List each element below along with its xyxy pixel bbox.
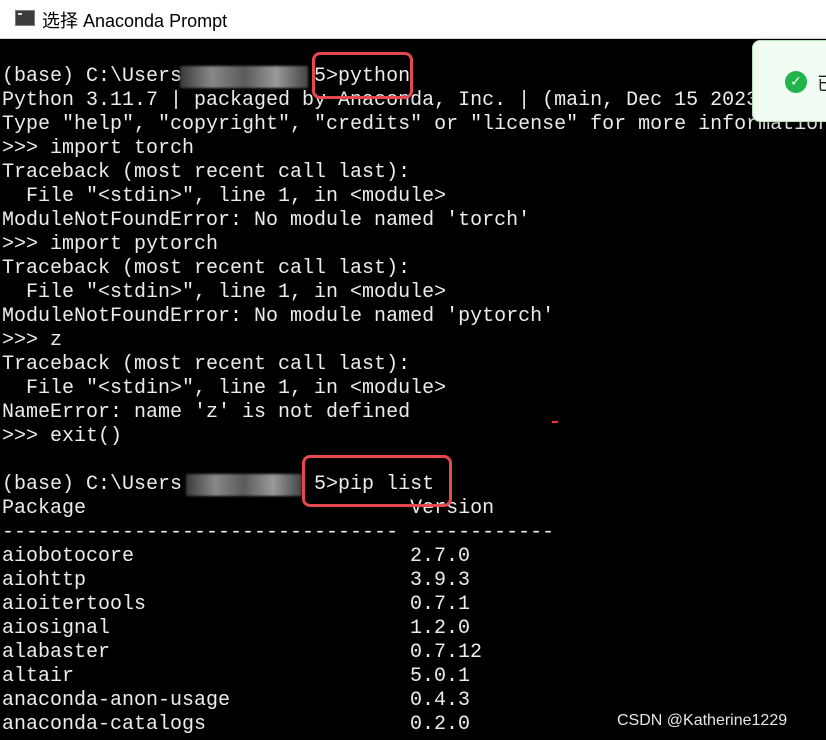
console-icon — [15, 10, 35, 26]
terminal-line: File "<stdin>", line 1, in <module> — [2, 185, 447, 208]
terminal-line: >>> import torch — [2, 137, 195, 160]
terminal-line: Traceback (most recent call last): — [2, 257, 411, 280]
package-version: 5.0.1 — [410, 665, 471, 688]
window-title: 选择 Anaconda Prompt — [42, 11, 228, 31]
package-version: 0.7.12 — [410, 641, 483, 664]
package-row: aiobotocore 2.7.0 — [2, 545, 562, 569]
package-name: aioitertools — [2, 593, 147, 616]
terminal-line: Type "help", "copyright", "credits" or "… — [2, 113, 826, 136]
terminal-line: >>> z — [2, 329, 63, 352]
package-row: aiosignal 1.2.0 — [2, 617, 562, 641]
package-name: aiosignal — [2, 617, 111, 640]
terminal-line: File "<stdin>", line 1, in <module> — [2, 377, 447, 400]
terminal-line: ModuleNotFoundError: No module named 'to… — [2, 209, 531, 232]
package-name: altair — [2, 665, 75, 688]
package-name: alabaster — [2, 641, 111, 664]
terminal-line: Traceback (most recent call last): — [2, 161, 411, 184]
toast-text: 已 — [817, 70, 826, 96]
python-command-highlight — [312, 52, 413, 99]
title-bar[interactable]: 选择 Anaconda Prompt — [0, 0, 826, 39]
redacted-username — [186, 474, 302, 496]
package-row: anaconda-catalogs 0.2.0 — [2, 713, 562, 737]
success-toast: ✓ 已 — [752, 40, 826, 122]
pip-list-command-highlight — [302, 455, 452, 507]
package-version: 0.4.3 — [410, 689, 471, 712]
terminal-line: Traceback (most recent call last): — [2, 353, 411, 376]
terminal-line: NameError: name 'z' is not defined — [2, 401, 411, 424]
package-row: aiohttp 3.9.3 — [2, 569, 562, 593]
package-version: 1.2.0 — [410, 617, 471, 640]
package-version: 3.9.3 — [410, 569, 471, 592]
redacted-username — [180, 66, 308, 88]
terminal-console[interactable]: (base) C:\Users 5>python Python 3.11.7 |… — [0, 39, 826, 740]
package-version: 0.7.1 — [410, 593, 471, 616]
terminal-line: --------------------------------- ------… — [2, 521, 555, 544]
terminal-line: ModuleNotFoundError: No module named 'py… — [2, 305, 555, 328]
terminal-line: File "<stdin>", line 1, in <module> — [2, 281, 447, 304]
package-version: 0.2.0 — [410, 713, 471, 736]
package-name: anaconda-catalogs — [2, 713, 207, 736]
package-row: anaconda-anon-usage 0.4.3 — [2, 689, 562, 713]
package-row: alabaster 0.7.12 — [2, 641, 562, 665]
package-version: 2.7.0 — [410, 545, 471, 568]
csdn-watermark: CSDN @Katherine1229 — [617, 712, 788, 729]
red-mark — [552, 421, 558, 423]
package-name: aiobotocore — [2, 545, 135, 568]
package-name: aiohttp — [2, 569, 87, 592]
package-row: aioitertools 0.7.1 — [2, 593, 562, 617]
package-row: altair 5.0.1 — [2, 665, 562, 689]
terminal-line: >>> import pytorch — [2, 233, 219, 256]
check-circle-icon: ✓ — [785, 71, 807, 93]
package-name: anaconda-anon-usage — [2, 689, 231, 712]
terminal-line: >>> exit() — [2, 425, 123, 448]
